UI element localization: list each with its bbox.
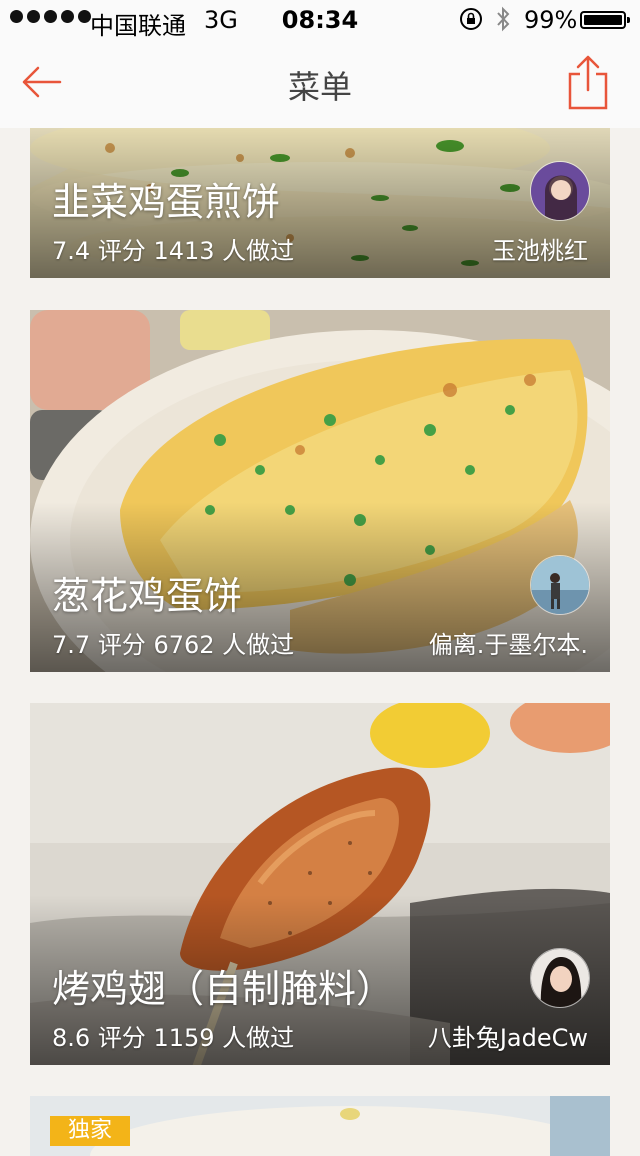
- exclusive-badge: 独家: [50, 1116, 130, 1146]
- rating-label: 评分: [97, 237, 146, 265]
- battery-icon: [580, 11, 630, 29]
- recipe-card[interactable]: 葱花鸡蛋饼 7.7 评分 6762 人做过 偏离.于墨尔本.: [30, 310, 610, 672]
- author-name[interactable]: 偏离.于墨尔本.: [429, 625, 588, 660]
- battery-percent: 99%: [524, 6, 578, 34]
- recipe-card[interactable]: 韭菜鸡蛋煎饼 7.4 评分 1413 人做过 玉池桃红: [30, 128, 610, 278]
- recipe-name: 葱花鸡蛋饼: [52, 574, 243, 618]
- cook-count-label: 人做过: [222, 237, 295, 265]
- recipe-card[interactable]: 烤鸡翅（自制腌料） 8.6 评分 1159 人做过 八卦兔JadeCw: [30, 703, 610, 1065]
- rating-label: 评分: [97, 1024, 146, 1052]
- rotation-lock-icon: [460, 8, 482, 30]
- cook-count-label: 人做过: [222, 1024, 295, 1052]
- author-name[interactable]: 玉池桃红: [492, 231, 588, 266]
- page-title: 菜单: [287, 68, 352, 106]
- author-avatar[interactable]: [530, 161, 590, 221]
- share-icon[interactable]: [566, 54, 610, 110]
- rating-value: 8.6: [52, 1024, 91, 1052]
- cook-count: 6762: [153, 631, 215, 659]
- author-avatar[interactable]: [530, 555, 590, 615]
- rating-label: 评分: [97, 631, 146, 659]
- cook-count: 1413: [153, 237, 215, 265]
- recipe-name: 烤鸡翅（自制腌料）: [52, 967, 395, 1011]
- recipe-card[interactable]: 独家: [30, 1096, 610, 1156]
- rating-value: 7.7: [52, 631, 91, 659]
- recipe-stats: 7.4 评分 1413 人做过: [52, 231, 294, 266]
- rating-value: 7.4: [52, 237, 91, 265]
- navigation-bar: 菜单: [0, 40, 640, 128]
- recipe-stats: 7.7 评分 6762 人做过: [52, 625, 294, 660]
- recipe-name: 韭菜鸡蛋煎饼: [52, 180, 281, 224]
- cook-count-label: 人做过: [222, 631, 295, 659]
- recipe-stats: 8.6 评分 1159 人做过: [52, 1018, 294, 1053]
- cook-count: 1159: [153, 1024, 215, 1052]
- status-bar: 中国联通 3G 08:34 99%: [0, 0, 640, 40]
- author-name[interactable]: 八卦兔JadeCw: [428, 1018, 588, 1053]
- author-avatar[interactable]: [530, 948, 590, 1008]
- bluetooth-icon: [497, 6, 510, 32]
